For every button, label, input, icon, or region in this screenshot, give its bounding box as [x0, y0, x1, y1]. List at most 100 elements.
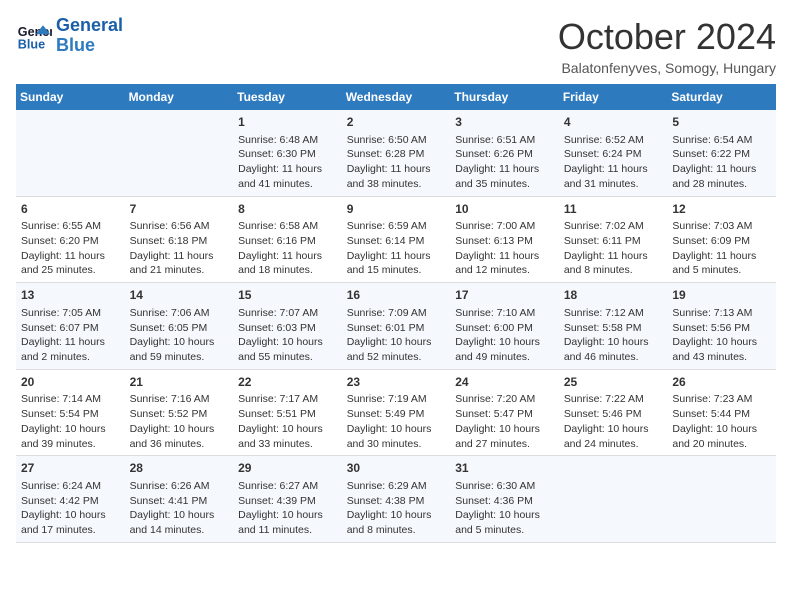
day-detail: Sunrise: 6:48 AM Sunset: 6:30 PM Dayligh… — [238, 133, 337, 192]
calendar-cell: 3 Sunrise: 6:51 AM Sunset: 6:26 PM Daylig… — [450, 110, 559, 196]
day-detail: Sunrise: 7:13 AM Sunset: 5:56 PM Dayligh… — [672, 306, 771, 365]
calendar-cell: 18 Sunrise: 7:12 AM Sunset: 5:58 PM Dayli… — [559, 283, 668, 370]
location: Balatonfenyves, Somogy, Hungary — [558, 60, 776, 76]
day-detail: Sunrise: 7:19 AM Sunset: 5:49 PM Dayligh… — [347, 392, 446, 451]
calendar-cell: 14Sunrise: 7:06 AM Sunset: 6:05 PM Dayli… — [125, 283, 234, 370]
day-detail: Sunrise: 7:10 AM Sunset: 6:00 PM Dayligh… — [455, 306, 554, 365]
day-number: 28 — [130, 460, 229, 477]
calendar-cell: 26Sunrise: 7:23 AM Sunset: 5:44 PM Dayli… — [667, 369, 776, 456]
day-number: 23 — [347, 374, 446, 391]
calendar-cell: 6Sunrise: 6:55 AM Sunset: 6:20 PM Daylig… — [16, 196, 125, 283]
day-detail: Sunrise: 7:17 AM Sunset: 5:51 PM Dayligh… — [238, 392, 337, 451]
day-detail: Sunrise: 7:23 AM Sunset: 5:44 PM Dayligh… — [672, 392, 771, 451]
calendar-cell: 11Sunrise: 7:02 AM Sunset: 6:11 PM Dayli… — [559, 196, 668, 283]
title-block: October 2024 Balatonfenyves, Somogy, Hun… — [558, 16, 776, 76]
day-number: 3 — [455, 114, 554, 131]
day-number: 7 — [130, 201, 229, 218]
day-detail: Sunrise: 7:06 AM Sunset: 6:05 PM Dayligh… — [130, 306, 229, 365]
calendar-cell: 15Sunrise: 7:07 AM Sunset: 6:03 PM Dayli… — [233, 283, 342, 370]
calendar-cell: 30Sunrise: 6:29 AM Sunset: 4:38 PM Dayli… — [342, 456, 451, 543]
month-title: October 2024 — [558, 16, 776, 58]
day-detail: Sunrise: 7:09 AM Sunset: 6:01 PM Dayligh… — [347, 306, 446, 365]
logo: General Blue GeneralBlue — [16, 16, 123, 56]
day-number: 22 — [238, 374, 337, 391]
calendar-cell: 13Sunrise: 7:05 AM Sunset: 6:07 PM Dayli… — [16, 283, 125, 370]
calendar-body: 1 Sunrise: 6:48 AM Sunset: 6:30 PM Daylig… — [16, 110, 776, 542]
calendar-week-row: 20Sunrise: 7:14 AM Sunset: 5:54 PM Dayli… — [16, 369, 776, 456]
day-number: 16 — [347, 287, 446, 304]
calendar-week-row: 6Sunrise: 6:55 AM Sunset: 6:20 PM Daylig… — [16, 196, 776, 283]
calendar-cell: 16 Sunrise: 7:09 AM Sunset: 6:01 PM Dayli… — [342, 283, 451, 370]
day-number: 30 — [347, 460, 446, 477]
day-number: 4 — [564, 114, 663, 131]
calendar-cell — [125, 110, 234, 196]
day-number: 15 — [238, 287, 337, 304]
day-detail: Sunrise: 7:03 AM Sunset: 6:09 PM Dayligh… — [672, 219, 771, 278]
calendar-week-row: 1 Sunrise: 6:48 AM Sunset: 6:30 PM Daylig… — [16, 110, 776, 196]
calendar-cell: 24Sunrise: 7:20 AM Sunset: 5:47 PM Dayli… — [450, 369, 559, 456]
day-number: 27 — [21, 460, 120, 477]
calendar-cell — [559, 456, 668, 543]
day-number: 19 — [672, 287, 771, 304]
calendar-cell: 31 Sunrise: 6:30 AM Sunset: 4:36 PM Dayli… — [450, 456, 559, 543]
page-header: General Blue GeneralBlue October 2024 Ba… — [16, 16, 776, 76]
day-detail: Sunrise: 6:58 AM Sunset: 6:16 PM Dayligh… — [238, 219, 337, 278]
day-detail: Sunrise: 7:02 AM Sunset: 6:11 PM Dayligh… — [564, 219, 663, 278]
calendar-header-row: SundayMondayTuesdayWednesdayThursdayFrid… — [16, 84, 776, 110]
day-number: 20 — [21, 374, 120, 391]
calendar-cell: 17 Sunrise: 7:10 AM Sunset: 6:00 PM Dayli… — [450, 283, 559, 370]
day-number: 2 — [347, 114, 446, 131]
day-number: 26 — [672, 374, 771, 391]
weekday-header: Sunday — [16, 84, 125, 110]
day-detail: Sunrise: 6:59 AM Sunset: 6:14 PM Dayligh… — [347, 219, 446, 278]
day-number: 9 — [347, 201, 446, 218]
weekday-header: Friday — [559, 84, 668, 110]
day-number: 17 — [455, 287, 554, 304]
day-number: 5 — [672, 114, 771, 131]
logo-text: GeneralBlue — [56, 16, 123, 56]
calendar-cell: 23Sunrise: 7:19 AM Sunset: 5:49 PM Dayli… — [342, 369, 451, 456]
day-detail: Sunrise: 7:22 AM Sunset: 5:46 PM Dayligh… — [564, 392, 663, 451]
weekday-header: Tuesday — [233, 84, 342, 110]
calendar-cell: 27 Sunrise: 6:24 AM Sunset: 4:42 PM Dayli… — [16, 456, 125, 543]
day-number: 6 — [21, 201, 120, 218]
day-number: 10 — [455, 201, 554, 218]
calendar-table: SundayMondayTuesdayWednesdayThursdayFrid… — [16, 84, 776, 543]
svg-text:Blue: Blue — [18, 37, 45, 51]
weekday-header: Saturday — [667, 84, 776, 110]
day-number: 31 — [455, 460, 554, 477]
day-detail: Sunrise: 7:16 AM Sunset: 5:52 PM Dayligh… — [130, 392, 229, 451]
calendar-cell: 7Sunrise: 6:56 AM Sunset: 6:18 PM Daylig… — [125, 196, 234, 283]
day-detail: Sunrise: 7:14 AM Sunset: 5:54 PM Dayligh… — [21, 392, 120, 451]
calendar-cell: 12Sunrise: 7:03 AM Sunset: 6:09 PM Dayli… — [667, 196, 776, 283]
calendar-cell: 28 Sunrise: 6:26 AM Sunset: 4:41 PM Dayli… — [125, 456, 234, 543]
day-detail: Sunrise: 7:12 AM Sunset: 5:58 PM Dayligh… — [564, 306, 663, 365]
weekday-header: Wednesday — [342, 84, 451, 110]
day-number: 29 — [238, 460, 337, 477]
calendar-cell — [667, 456, 776, 543]
calendar-cell: 20Sunrise: 7:14 AM Sunset: 5:54 PM Dayli… — [16, 369, 125, 456]
day-detail: Sunrise: 6:51 AM Sunset: 6:26 PM Dayligh… — [455, 133, 554, 192]
day-detail: Sunrise: 6:26 AM Sunset: 4:41 PM Dayligh… — [130, 479, 229, 538]
day-detail: Sunrise: 7:20 AM Sunset: 5:47 PM Dayligh… — [455, 392, 554, 451]
calendar-cell: 19 Sunrise: 7:13 AM Sunset: 5:56 PM Dayli… — [667, 283, 776, 370]
day-number: 1 — [238, 114, 337, 131]
day-detail: Sunrise: 6:24 AM Sunset: 4:42 PM Dayligh… — [21, 479, 120, 538]
calendar-cell — [16, 110, 125, 196]
calendar-cell: 2Sunrise: 6:50 AM Sunset: 6:28 PM Daylig… — [342, 110, 451, 196]
calendar-cell: 9Sunrise: 6:59 AM Sunset: 6:14 PM Daylig… — [342, 196, 451, 283]
day-detail: Sunrise: 6:30 AM Sunset: 4:36 PM Dayligh… — [455, 479, 554, 538]
day-detail: Sunrise: 6:52 AM Sunset: 6:24 PM Dayligh… — [564, 133, 663, 192]
day-number: 18 — [564, 287, 663, 304]
day-detail: Sunrise: 7:00 AM Sunset: 6:13 PM Dayligh… — [455, 219, 554, 278]
calendar-cell: 29Sunrise: 6:27 AM Sunset: 4:39 PM Dayli… — [233, 456, 342, 543]
calendar-cell: 22Sunrise: 7:17 AM Sunset: 5:51 PM Dayli… — [233, 369, 342, 456]
calendar-cell: 25Sunrise: 7:22 AM Sunset: 5:46 PM Dayli… — [559, 369, 668, 456]
day-detail: Sunrise: 7:05 AM Sunset: 6:07 PM Dayligh… — [21, 306, 120, 365]
day-detail: Sunrise: 6:56 AM Sunset: 6:18 PM Dayligh… — [130, 219, 229, 278]
calendar-cell: 10Sunrise: 7:00 AM Sunset: 6:13 PM Dayli… — [450, 196, 559, 283]
calendar-cell: 5Sunrise: 6:54 AM Sunset: 6:22 PM Daylig… — [667, 110, 776, 196]
day-number: 25 — [564, 374, 663, 391]
day-number: 11 — [564, 201, 663, 218]
day-number: 21 — [130, 374, 229, 391]
